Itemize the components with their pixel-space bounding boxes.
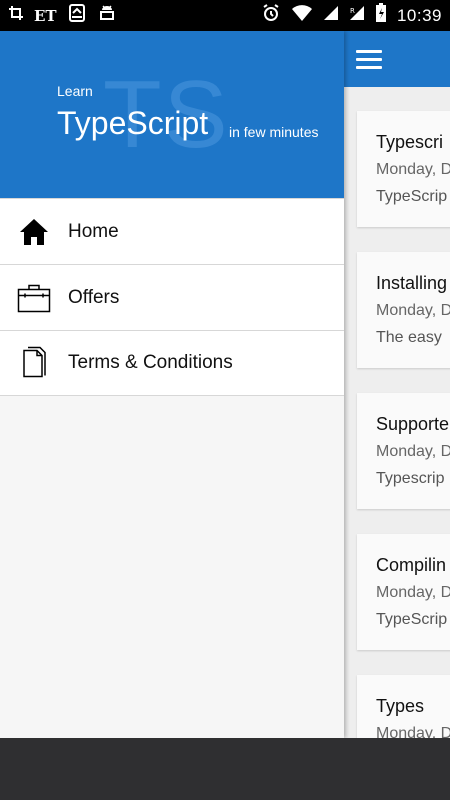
battery-charging-icon <box>375 3 387 28</box>
article-description: The easy <box>376 329 442 346</box>
drawer-item-label: Terms & Conditions <box>68 352 233 373</box>
status-right-icons: R 10:39 <box>261 3 442 28</box>
article-card[interactable]: Supporte Monday, D Typescrip <box>357 393 450 509</box>
drawer-item-label: Offers <box>68 286 120 308</box>
system-navigation-bar <box>0 738 450 800</box>
signal-icon <box>323 5 339 26</box>
article-date: Monday, D <box>376 161 450 178</box>
drawer-item-offers[interactable]: Offers <box>0 264 344 330</box>
learn-label: Learn <box>57 83 93 99</box>
article-description: TypeScrip <box>376 188 448 205</box>
wifi-icon <box>291 4 313 27</box>
android-icon <box>97 3 117 28</box>
article-date: Monday, D <box>376 302 450 319</box>
alarm-icon <box>261 3 281 28</box>
status-time: 10:39 <box>396 5 442 25</box>
article-title: Installing <box>376 273 448 293</box>
drawer-item-label: Home <box>68 220 119 242</box>
drawer-header: TS Learn TypeScript in few minutes <box>0 31 344 198</box>
article-date: Monday, D <box>376 725 450 738</box>
app-title: TypeScript <box>57 105 209 141</box>
status-bar: ET R 10:39 <box>0 0 450 31</box>
article-title: Supporte <box>376 414 450 434</box>
article-description: TypeScrip <box>376 611 448 628</box>
article-card[interactable]: Typescri Monday, D TypeScrip <box>357 111 450 227</box>
article-title: Types <box>376 696 425 716</box>
article-date: Monday, D <box>376 443 450 460</box>
article-title: Compilin <box>376 555 447 575</box>
article-description: Typescrip <box>376 470 445 487</box>
article-card[interactable]: Types Monday, D <box>357 675 450 738</box>
article-date: Monday, D <box>376 584 450 601</box>
drive-icon <box>67 3 87 28</box>
crop-icon <box>8 5 24 26</box>
signal-roaming-icon: R <box>349 5 365 26</box>
hamburger-menu-icon[interactable] <box>356 50 382 70</box>
article-card[interactable]: Installing Monday, D The easy <box>357 252 450 368</box>
et-app-icon: ET <box>34 6 57 25</box>
briefcase-icon <box>17 281 51 315</box>
home-icon <box>17 215 51 249</box>
navigation-drawer: TS Learn TypeScript in few minutes Home … <box>0 31 344 738</box>
app-tagline: in few minutes <box>229 124 319 140</box>
drawer-item-home[interactable]: Home <box>0 198 344 264</box>
drawer-menu: Home Offers Terms & Conditions <box>0 198 344 396</box>
drawer-item-terms[interactable]: Terms & Conditions <box>0 330 344 396</box>
article-card[interactable]: Compilin Monday, D TypeScrip <box>357 534 450 650</box>
svg-text:R: R <box>350 7 355 15</box>
article-title: Typescri <box>376 132 444 152</box>
status-left-icons: ET <box>8 3 117 28</box>
documents-icon <box>17 346 51 380</box>
